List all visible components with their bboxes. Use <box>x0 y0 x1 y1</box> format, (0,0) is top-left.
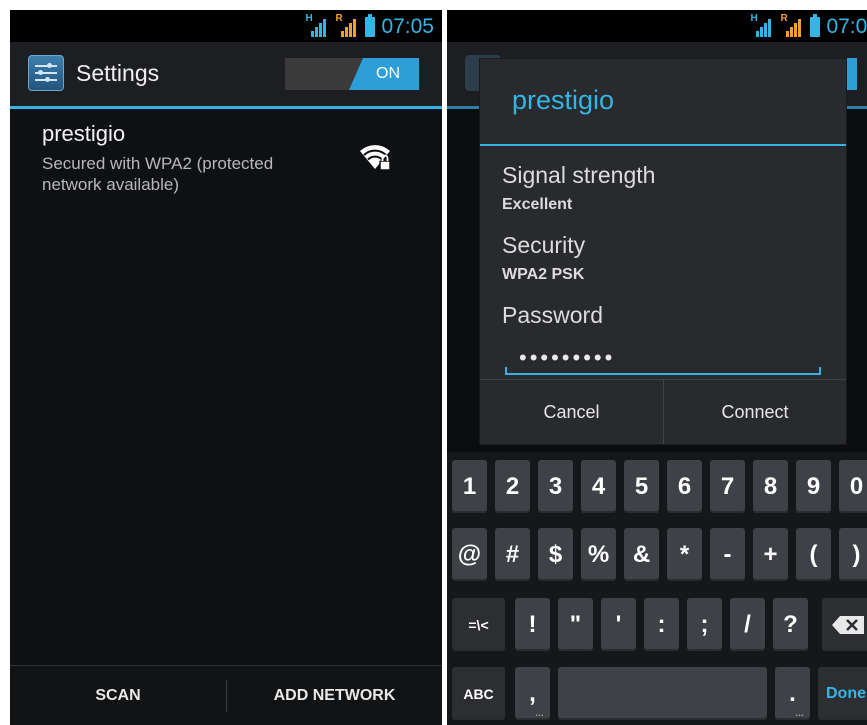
backspace-key[interactable] <box>822 598 867 651</box>
key-7[interactable]: 7 <box>710 460 745 513</box>
network-list-item[interactable]: prestigio Secured with WPA2 (protected n… <box>10 109 442 209</box>
key-comma-label: , <box>529 679 536 707</box>
done-key[interactable]: Done <box>818 667 867 720</box>
page-title: Settings <box>76 60 160 86</box>
security-value: WPA2 PSK <box>502 266 585 283</box>
key-0[interactable]: 0 <box>839 460 867 513</box>
key-1[interactable]: 1 <box>452 460 487 513</box>
wifi-toggle[interactable]: ON <box>285 58 419 90</box>
signal-h-icon: H <box>305 13 329 39</box>
signal-strength-label: Signal strength <box>502 162 656 188</box>
status-bar: H R 07:06 <box>447 10 867 42</box>
key-5[interactable]: 5 <box>624 460 659 513</box>
settings-icon[interactable] <box>28 55 64 91</box>
connect-button[interactable]: Connect <box>664 380 846 444</box>
key-slash[interactable]: / <box>730 598 765 651</box>
key-3[interactable]: 3 <box>538 460 573 513</box>
symbol-keyboard: 1 2 3 4 5 6 7 8 9 0 @ # $ % & * - + ( ) … <box>447 452 867 725</box>
key-percent[interactable]: % <box>581 528 616 581</box>
connect-dialog: prestigio Signal strength Excellent Secu… <box>480 59 846 444</box>
scan-button[interactable]: SCAN <box>10 666 226 725</box>
action-bar: Settings ON <box>10 42 442 109</box>
key-close-paren[interactable]: ) <box>839 528 867 581</box>
bottom-action-bar: SCAN ADD NETWORK <box>10 665 442 725</box>
key-asterisk[interactable]: * <box>667 528 702 581</box>
password-value: ••••••••• <box>519 345 616 370</box>
key-ampersand[interactable]: & <box>624 528 659 581</box>
key-minus[interactable]: - <box>710 528 745 581</box>
add-network-button[interactable]: ADD NETWORK <box>227 666 442 725</box>
signal-strength-value: Excellent <box>502 196 573 213</box>
key-double-quote[interactable]: " <box>558 598 593 651</box>
dialog-button-bar: Cancel Connect <box>480 379 846 444</box>
space-key[interactable] <box>558 667 767 720</box>
key-period-label: . <box>789 679 796 707</box>
key-exclamation[interactable]: ! <box>515 598 550 651</box>
status-bar: H R 07:05 <box>10 10 442 42</box>
wifi-connect-screen: H R 07:06 prestigio Signal strength Exce… <box>447 10 867 725</box>
key-single-quote[interactable]: ' <box>601 598 636 651</box>
key-abc[interactable]: ABC <box>452 667 505 720</box>
password-field[interactable]: ••••••••• <box>505 345 821 375</box>
key-4[interactable]: 4 <box>581 460 616 513</box>
dialog-title: prestigio <box>512 85 615 115</box>
network-name: prestigio <box>42 121 126 146</box>
clock: 07:05 <box>381 15 434 38</box>
battery-icon <box>365 14 376 37</box>
key-question[interactable]: ? <box>773 598 808 651</box>
key-period[interactable]: . … <box>775 667 810 720</box>
key-dollar[interactable]: $ <box>538 528 573 581</box>
dialog-divider <box>480 144 846 146</box>
clock: 07:06 <box>826 15 867 38</box>
key-plus[interactable]: + <box>753 528 788 581</box>
key-9[interactable]: 9 <box>796 460 831 513</box>
key-hash[interactable]: # <box>495 528 530 581</box>
wifi-lock-icon <box>360 145 391 171</box>
network-status: Secured with WPA2 (protected network ava… <box>42 154 274 194</box>
signal-h-icon: H <box>750 13 774 39</box>
key-8[interactable]: 8 <box>753 460 788 513</box>
security-label: Security <box>502 232 586 258</box>
signal-r-icon: R <box>780 13 804 39</box>
key-more-symbols[interactable]: =\< <box>452 598 505 651</box>
password-label: Password <box>502 302 603 328</box>
key-2[interactable]: 2 <box>495 460 530 513</box>
wifi-settings-screen: H R 07:05 Settings ON prestigio Secured … <box>10 10 442 725</box>
battery-icon <box>810 14 821 37</box>
cancel-button[interactable]: Cancel <box>480 380 663 444</box>
key-at[interactable]: @ <box>452 528 487 581</box>
backspace-icon <box>832 615 864 634</box>
key-open-paren[interactable]: ( <box>796 528 831 581</box>
key-6[interactable]: 6 <box>667 460 702 513</box>
key-colon[interactable]: : <box>644 598 679 651</box>
toggle-on-label: ON <box>349 58 419 90</box>
key-semicolon[interactable]: ; <box>687 598 722 651</box>
key-comma[interactable]: , … <box>515 667 550 720</box>
signal-r-icon: R <box>335 13 359 39</box>
